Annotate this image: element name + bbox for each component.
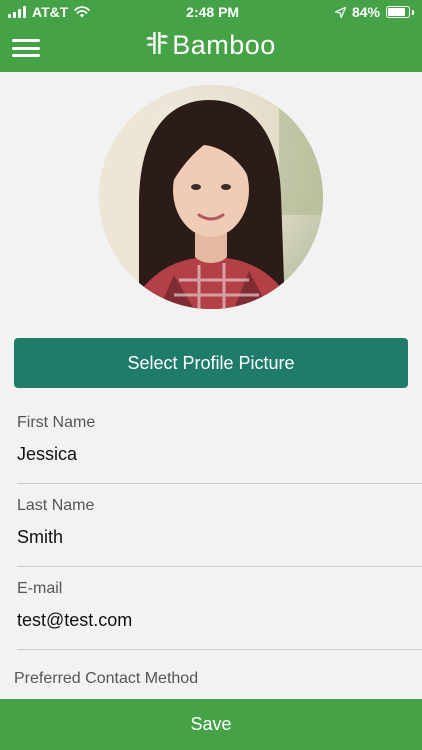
email-input[interactable]: test@test.com: [17, 610, 422, 631]
email-field[interactable]: E-mail test@test.com: [17, 580, 422, 631]
status-right: 84%: [334, 4, 414, 20]
select-profile-picture-button[interactable]: Select Profile Picture: [14, 338, 408, 388]
wifi-icon: [74, 6, 91, 18]
profile-avatar: [99, 85, 323, 309]
first-name-field[interactable]: First Name Jessica: [17, 414, 422, 465]
nav-bar: Bamboo: [0, 24, 422, 72]
divider: [17, 483, 422, 484]
first-name-input[interactable]: Jessica: [17, 444, 422, 465]
app-header: AT&T 2:48 PM 84% Bamboo: [0, 0, 422, 72]
divider: [17, 649, 422, 650]
last-name-label: Last Name: [17, 497, 95, 514]
bamboo-leaf-icon: [146, 30, 169, 61]
battery-fill: [388, 8, 405, 16]
status-left: AT&T: [8, 4, 91, 20]
battery-percent: 84%: [351, 4, 380, 20]
brand-name: Bamboo: [172, 30, 276, 60]
signal-bars-icon: [8, 6, 26, 18]
divider: [17, 566, 422, 567]
status-bar: AT&T 2:48 PM 84%: [0, 0, 422, 24]
hamburger-menu-icon[interactable]: [12, 36, 40, 60]
last-name-field[interactable]: Last Name Smith: [17, 497, 422, 548]
save-button[interactable]: Save: [0, 699, 422, 750]
location-arrow-icon: [334, 6, 346, 18]
status-time: 2:48 PM: [186, 4, 240, 20]
last-name-input[interactable]: Smith: [17, 527, 422, 548]
email-label: E-mail: [17, 580, 63, 597]
brand-logo: Bamboo: [146, 30, 276, 61]
preferred-contact-label: Preferred Contact Method: [14, 670, 199, 687]
first-name-label: First Name: [17, 414, 96, 431]
battery-icon: [386, 6, 414, 18]
carrier-label: AT&T: [32, 4, 69, 20]
